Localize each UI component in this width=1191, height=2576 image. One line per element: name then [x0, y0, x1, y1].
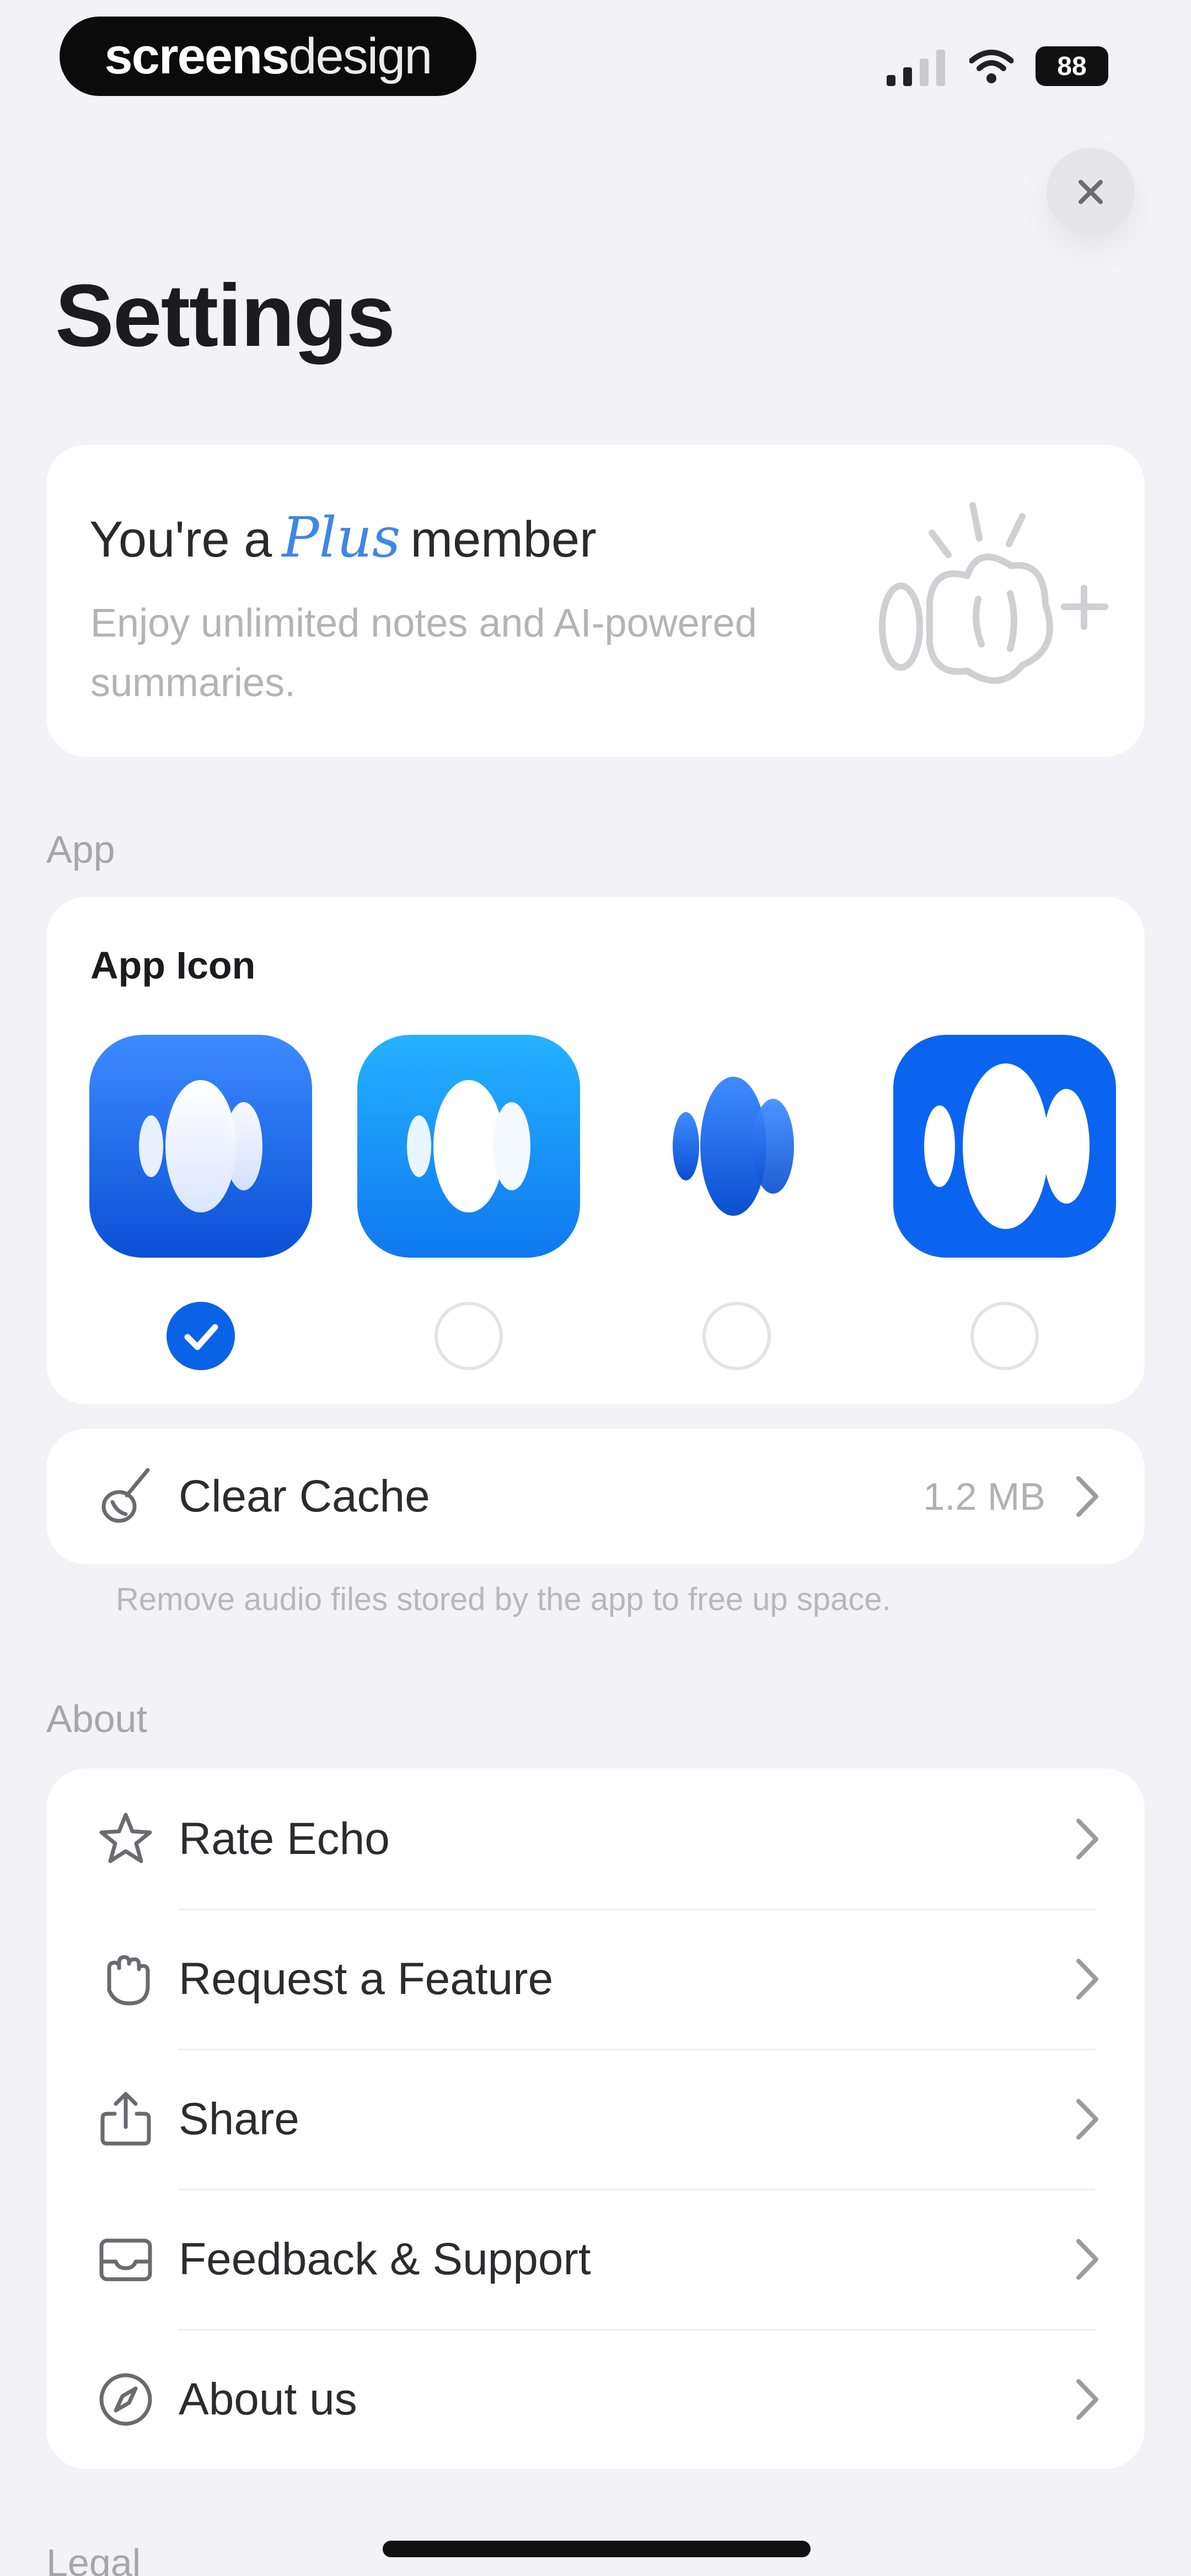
about-item-label: Request a Feature [179, 1954, 554, 2004]
chevron-right-icon [1076, 2239, 1098, 2280]
share-icon [100, 2092, 151, 2146]
cache-size-value: 1.2 MB [923, 1475, 1045, 1518]
clear-cache-row[interactable]: Clear Cache 1.2 MB [46, 1426, 1145, 1567]
wifi-icon [969, 50, 1013, 83]
app-icon-card: App Icon [46, 897, 1145, 1404]
envelope-icon [99, 2238, 152, 2281]
plus-membership-card[interactable]: You're a Plus member Enjoy unlimited notes… [46, 445, 1145, 757]
app-icon-option-sky-blue[interactable] [357, 1035, 580, 1370]
app-icon-sky-blue [357, 1035, 580, 1258]
about-item-label: Rate Echo [179, 1814, 390, 1864]
battery-level: 88 [1057, 51, 1087, 81]
hand-icon [107, 1955, 150, 2006]
about-item-label: About us [179, 2374, 357, 2424]
broom-icon [101, 1468, 150, 1523]
radio-unselected[interactable] [970, 1302, 1039, 1370]
brand-watermark: screens design [60, 17, 476, 96]
status-icons: 88 [887, 43, 1108, 89]
app-icon-option-transparent[interactable] [625, 1035, 848, 1370]
plus-suffix: member [410, 511, 597, 568]
radio-unselected[interactable] [702, 1302, 771, 1370]
radio-selected[interactable] [167, 1302, 235, 1370]
section-label-legal: Legal [46, 2541, 141, 2576]
app-icon-option-bold-blue[interactable] [893, 1035, 1116, 1370]
star-icon [99, 1813, 152, 1863]
chevron-right-icon [1076, 1819, 1098, 1859]
clear-cache-label: Clear Cache [179, 1471, 430, 1521]
battery-indicator: 88 [1036, 46, 1108, 86]
plus-word: Plus [282, 505, 401, 570]
close-button[interactable] [1047, 148, 1135, 236]
signal-icon [887, 50, 945, 86]
chevron-right-icon [1076, 1959, 1098, 2000]
chevron-right-icon [1076, 2379, 1098, 2420]
app-icon-blue-gradient [89, 1035, 312, 1258]
checkmark-icon [184, 1324, 218, 1350]
status-bar: screens design 88 [0, 0, 1191, 121]
page-title: Settings [55, 266, 395, 365]
about-item-feedback-support[interactable]: Feedback & Support [46, 2189, 1145, 2330]
settings-screen: screens design 88 Settings You're a Plus… [0, 0, 1191, 2576]
brand-bold-text: screens [104, 28, 290, 84]
home-indicator[interactable] [383, 2541, 811, 2557]
brand-light-text: design [288, 28, 432, 84]
chevron-right-icon [1076, 1476, 1098, 1517]
section-label-app: App [46, 828, 115, 871]
app-icon-title: App Icon [90, 944, 256, 987]
about-item-rate-echo[interactable]: Rate Echo [46, 1768, 1145, 1910]
plus-subtitle: Enjoy unlimited notes and AI-powered sum… [90, 601, 757, 705]
close-icon [1079, 180, 1103, 204]
about-item-about-us[interactable]: About us [46, 2329, 1145, 2470]
plus-prefix: You're a [89, 511, 272, 568]
section-label-about: About [46, 1697, 147, 1740]
clear-cache-hint: Remove audio files stored by the app to … [116, 1581, 891, 1617]
chevron-right-icon [1076, 2099, 1098, 2140]
app-icon-option-blue-gradient[interactable] [89, 1035, 312, 1370]
app-icon-bold-blue [893, 1035, 1116, 1258]
about-item-label: Share [179, 2094, 299, 2144]
about-item-label: Feedback & Support [179, 2234, 591, 2284]
app-icon-transparent [673, 1077, 794, 1216]
compass-icon [99, 2373, 152, 2426]
plus-headline: You're a Plus member [89, 505, 597, 570]
sparkle-mascot-icon [879, 502, 1108, 684]
about-item-share[interactable]: Share [46, 2049, 1145, 2190]
about-item-request-feature[interactable]: Request a Feature [46, 1909, 1145, 2050]
radio-unselected[interactable] [434, 1302, 503, 1370]
about-card: Rate Echo Request a Feature Share Feedba… [46, 1768, 1145, 2469]
clear-cache-card: Clear Cache 1.2 MB [46, 1429, 1145, 1564]
